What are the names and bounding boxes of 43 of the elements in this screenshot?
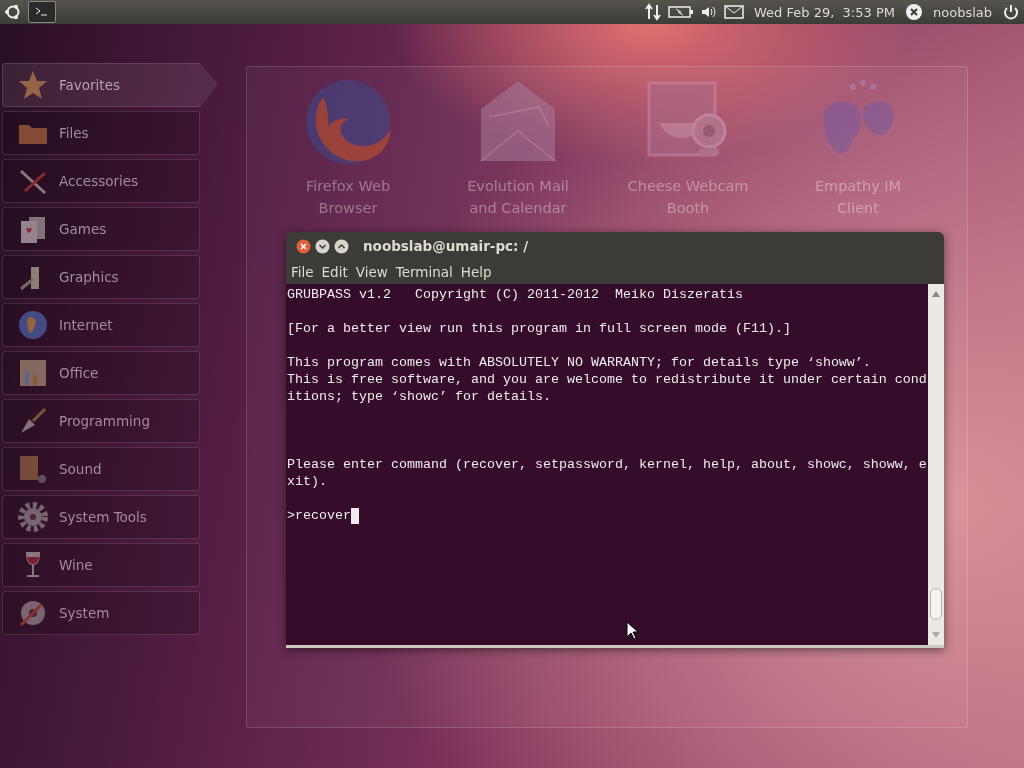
app-label[interactable]: Firefox Web Browser [305,175,391,219]
text-cursor [351,507,359,524]
category-item[interactable]: Files [2,111,200,155]
category-item[interactable]: System [2,591,200,635]
minimize-icon[interactable] [315,238,330,254]
category-item[interactable]: Accessories [2,159,200,203]
command-input[interactable]: >recover [287,507,351,524]
menu-item[interactable]: Terminal [391,264,457,280]
category-item[interactable]: Graphics [2,255,200,299]
fox-globe-icon [303,77,393,167]
gear-icon [17,501,49,533]
ubuntu-logo-icon[interactable] [4,3,22,21]
category-item[interactable]: Favorites [2,63,218,107]
menu-item[interactable]: Help [456,264,496,280]
user-status-icon[interactable] [905,3,923,21]
scroll-up-icon[interactable] [931,290,941,298]
battery-icon[interactable] [668,4,695,20]
category-item[interactable]: Sound [2,447,200,491]
category-item[interactable]: Programming [2,399,200,443]
category-item[interactable]: Internet [2,303,200,347]
category-item[interactable]: Games [2,207,200,251]
scrollbar[interactable] [928,284,944,645]
mouse-pointer-icon [626,621,638,640]
scroll-thumb[interactable] [930,588,942,620]
user-name[interactable]: noobslab [929,4,996,20]
spreadsheet-icon [17,357,49,389]
menu-item[interactable]: View [351,264,392,280]
category-item[interactable]: System Tools [2,495,200,539]
maximize-icon[interactable] [334,238,349,254]
terminal-launcher-icon[interactable] [28,1,56,23]
menu-item[interactable]: File [287,264,318,280]
network-arrows-icon[interactable] [644,3,663,21]
clock[interactable]: Wed Feb 29, 3:53 PM [750,4,899,20]
window-title: noobslab@umair-pc: / [363,238,529,254]
menu-item[interactable]: Edit [317,264,352,280]
category-item[interactable]: Wine [2,543,200,587]
terminal-output: GRUBPASS v1.2 Copyright (C) 2011-2012 Meiko Diszeratis [For a better view run this program in full screen mode (F11).] This program comes with ABSOLUTELY NO WARRANTY; for details type ‘showw’. This is free software, and you are welcome to redistribute it under certain cond itions; type ‘showc’ for details. Please enter command (recover, setpassword, kernel, help, about, showc, showw, e xit). [287,286,928,490]
power-icon[interactable] [1002,3,1020,21]
envelope-icon[interactable] [724,4,745,20]
star-icon [17,69,49,101]
category-item[interactable]: Office [2,351,200,395]
globe-icon [17,309,49,341]
close-icon[interactable] [296,238,311,254]
